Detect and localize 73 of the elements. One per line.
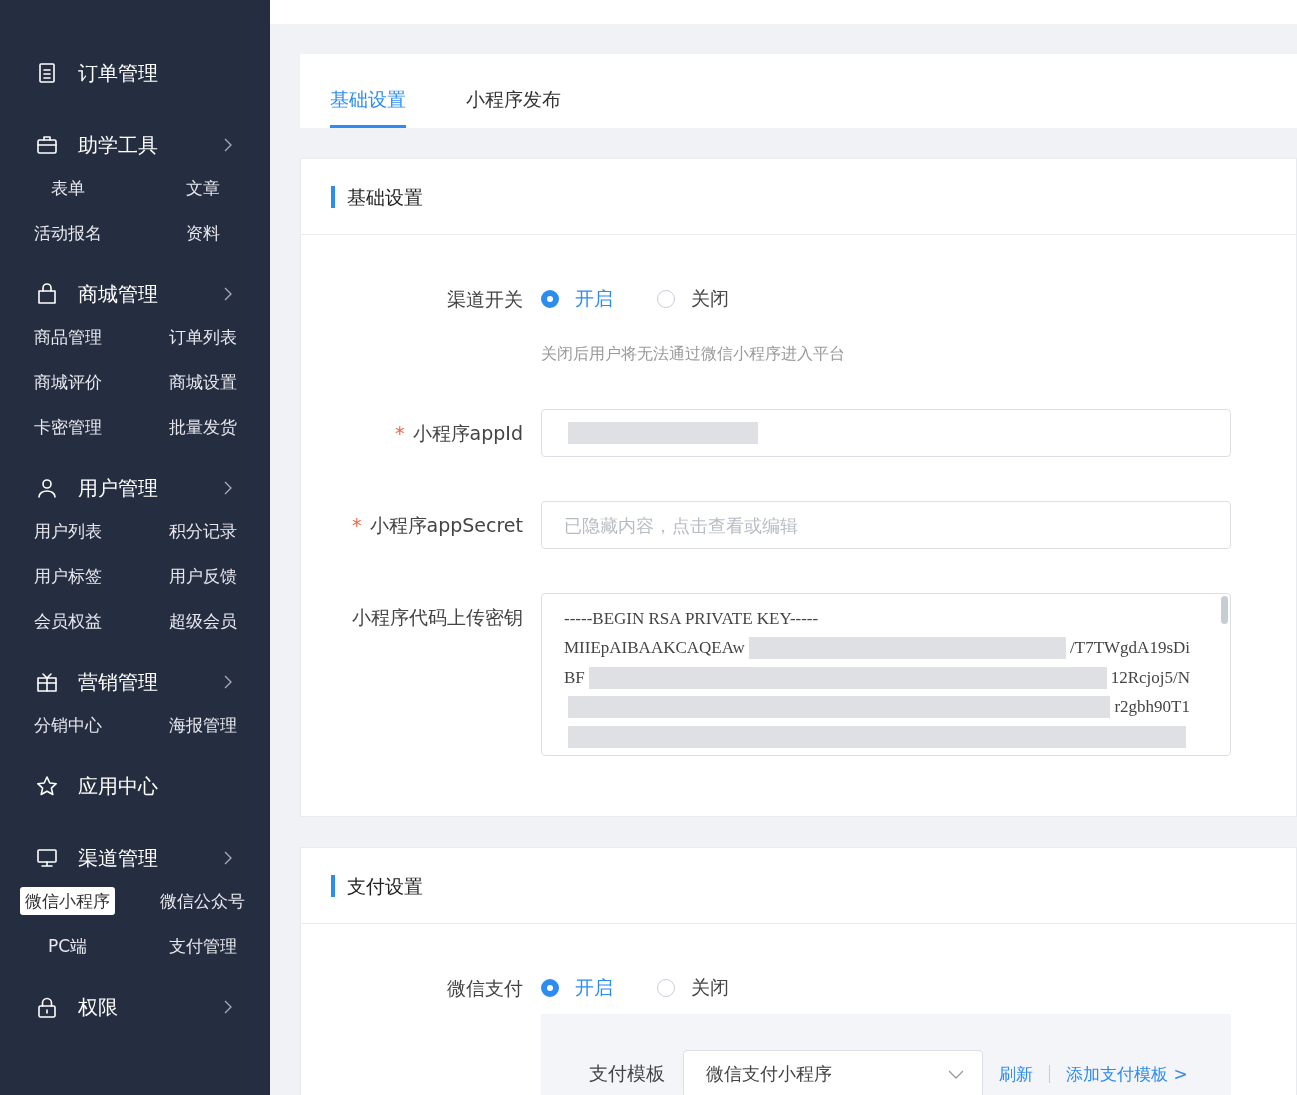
- menu-group-label: 营销管理: [78, 668, 159, 696]
- key-text: MIIEpAIBAAKCAQEAw: [564, 638, 745, 659]
- field-label: 渠道开关: [446, 287, 524, 312]
- tab[interactable]: 基础设置: [330, 87, 406, 128]
- field-label: 支付模板: [589, 1061, 665, 1086]
- input-field[interactable]: [541, 409, 1231, 457]
- menu-item[interactable]: 资料: [180, 219, 225, 247]
- monitor-icon: [36, 847, 58, 869]
- menu-group-label: 用户管理: [78, 474, 159, 502]
- section-title: 支付设置: [331, 874, 423, 897]
- key-text: /T7TWgdA19sDi: [1070, 638, 1190, 659]
- menu-item[interactable]: 超级会员: [163, 607, 242, 635]
- key-textarea[interactable]: -----BEGIN RSA PRIVATE KEY----- MIIEpAIBAAKCAQEAw /T7TWgdA19sDi BF 12Rcjoj5/N r2gbh90T1: [541, 593, 1231, 756]
- shopping-bag-icon: [36, 283, 58, 305]
- radio-option[interactable]: 关闭: [657, 286, 729, 312]
- menu-item[interactable]: PC端: [42, 932, 93, 960]
- menu-group-header[interactable]: 权限: [0, 982, 270, 1032]
- menu-item[interactable]: 用户标签: [28, 562, 107, 590]
- menu-item[interactable]: 海报管理: [163, 711, 242, 739]
- lock-icon: [36, 996, 58, 1018]
- briefcase-icon: [36, 134, 58, 156]
- menu-item[interactable]: 表单: [45, 174, 90, 202]
- menu-group-header[interactable]: 应用中心: [0, 761, 270, 811]
- menu-group-label: 订单管理: [78, 59, 159, 87]
- required-mark: *: [352, 514, 362, 536]
- chevron-down-icon: [948, 1069, 964, 1079]
- menu-item[interactable]: 会员权益: [28, 607, 107, 635]
- tab[interactable]: 小程序发布: [466, 87, 561, 128]
- menu-item[interactable]: 商城设置: [163, 368, 242, 396]
- hint-text: 关闭后用户将无法通过微信小程序进入平台: [541, 343, 846, 365]
- menu-item[interactable]: 分销中心: [28, 711, 107, 739]
- menu-item[interactable]: 批量发货: [163, 413, 242, 441]
- key-text: -----BEGIN RSA PRIVATE KEY-----: [564, 608, 819, 629]
- menu-group-label: 渠道管理: [78, 844, 159, 872]
- menu-item[interactable]: 用户列表: [28, 517, 107, 545]
- field-label: 小程序代码上传密钥: [351, 605, 524, 630]
- menu-group-label: 助学工具: [78, 131, 159, 159]
- menu-group-header[interactable]: 营销管理: [0, 657, 270, 707]
- menu-item[interactable]: 商品管理: [28, 323, 107, 351]
- menu-group-header[interactable]: 用户管理: [0, 463, 270, 513]
- star-icon: [36, 775, 58, 797]
- menu-group-label: 商城管理: [78, 280, 159, 308]
- radio-option[interactable]: 关闭: [657, 975, 729, 1001]
- menu-group-header[interactable]: 助学工具: [0, 120, 270, 170]
- menu-item[interactable]: 支付管理: [163, 932, 242, 960]
- menu-group-label: 权限: [78, 993, 119, 1021]
- key-text: r2gbh90T1: [1114, 697, 1190, 718]
- menu-item[interactable]: 商城评价: [28, 368, 107, 396]
- menu-item[interactable]: 订单列表: [163, 323, 242, 351]
- menu-group-header[interactable]: 商城管理: [0, 269, 270, 319]
- key-text: 12Rcjoj5/N: [1110, 667, 1190, 688]
- menu-group-label: 应用中心: [78, 772, 159, 800]
- document-icon: [36, 62, 58, 84]
- template-select[interactable]: 微信支付小程序: [683, 1050, 983, 1095]
- menu-item[interactable]: 微信公众号: [155, 887, 250, 915]
- scrollbar-thumb[interactable]: [1221, 596, 1228, 624]
- required-mark: *: [395, 422, 405, 444]
- gift-icon: [36, 671, 58, 693]
- field-label: 微信支付: [446, 976, 524, 1001]
- menu-item[interactable]: 用户反馈: [163, 562, 242, 590]
- menu-group-header[interactable]: 订单管理: [0, 48, 270, 98]
- menu-item[interactable]: 卡密管理: [28, 413, 107, 441]
- menu-group-header[interactable]: 渠道管理: [0, 833, 270, 883]
- menu-item[interactable]: 文章: [180, 174, 225, 202]
- menu-item[interactable]: 积分记录: [163, 517, 242, 545]
- user-icon: [36, 477, 58, 499]
- menu-item[interactable]: 微信小程序: [20, 887, 115, 915]
- field-label: * 小程序appId: [394, 421, 524, 446]
- field-label: * 小程序appSecret: [351, 513, 524, 538]
- input-field[interactable]: 已隐藏内容，点击查看或编辑: [541, 501, 1231, 549]
- menu-item[interactable]: 活动报名: [28, 219, 107, 247]
- key-text: BF: [564, 667, 585, 688]
- section-title: 基础设置: [331, 185, 423, 208]
